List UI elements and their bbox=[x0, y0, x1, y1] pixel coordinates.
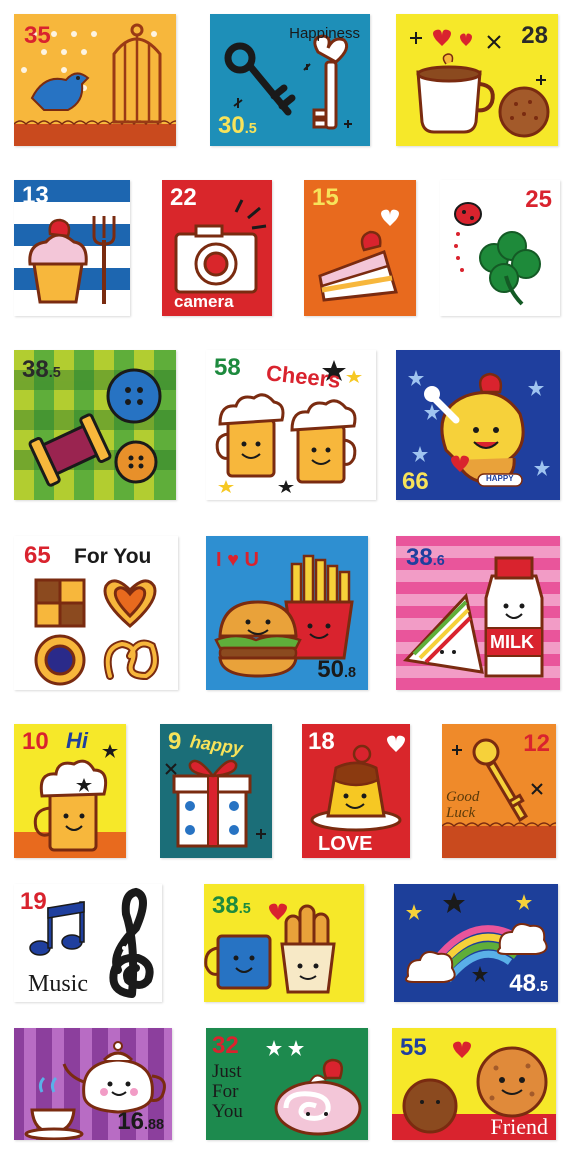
stamp-value: 28 bbox=[521, 22, 548, 49]
stamp-cheers: 58 Cheers bbox=[206, 350, 376, 500]
stamp-value: 30.5 bbox=[218, 114, 257, 138]
stamp-value-decimal: .5 bbox=[535, 979, 548, 995]
stamp-value: 25 bbox=[525, 186, 552, 213]
stamp-value: 10 bbox=[22, 728, 49, 755]
stamp-text: HAPPY bbox=[486, 474, 514, 483]
stamp-value-main: 38 bbox=[22, 356, 49, 383]
stamp-value: 22 bbox=[170, 184, 197, 211]
stamp-mug-bread: 38.5 bbox=[204, 884, 364, 1002]
stamp-value: 66 bbox=[402, 468, 429, 495]
stamp-for-you-cookies: 65 For You bbox=[14, 536, 178, 690]
stamp-spool-buttons: 38.5 bbox=[14, 350, 176, 500]
stamp-burger-fries: I ♥ U 50.8 bbox=[206, 536, 368, 690]
stamp-text: Music bbox=[28, 971, 88, 997]
stamp-good-luck-key: 12 Good Luck bbox=[442, 724, 556, 858]
stamp-value: 13 bbox=[22, 182, 49, 209]
stamp-friend-cookies: 55 Friend bbox=[392, 1028, 556, 1140]
stamp-value: 32 bbox=[212, 1032, 239, 1059]
stamp-bird-cage: 35 bbox=[14, 14, 176, 146]
stamp-value: 58 bbox=[214, 354, 241, 381]
stamp-rainbow: 48.5 bbox=[394, 884, 558, 1002]
stamp-value-main: 16 bbox=[117, 1108, 144, 1135]
stamp-happy-gift: 9 happy bbox=[160, 724, 272, 858]
stamp-value: 19 bbox=[20, 888, 47, 915]
stamp-value: 55 bbox=[400, 1034, 427, 1061]
stamp-text: Good Luck bbox=[446, 789, 480, 821]
stamp-value: 15 bbox=[312, 184, 339, 211]
stamp-value: 16.88 bbox=[117, 1110, 164, 1134]
stamp-value: 35 bbox=[24, 22, 51, 49]
stamp-just-for-you: 32 Just For You bbox=[206, 1028, 368, 1140]
stamp-value-decimal: .8 bbox=[343, 665, 356, 681]
stamp-text: LOVE bbox=[318, 833, 373, 855]
stamp-value-main: 38 bbox=[406, 544, 433, 571]
stamp-value-main: 48 bbox=[509, 970, 536, 997]
stamp-value: 9 bbox=[168, 728, 182, 755]
stamp-text: I ♥ U bbox=[216, 549, 259, 571]
stamp-pudding: 18 LOVE bbox=[302, 724, 410, 858]
stamp-value: 38.6 bbox=[406, 546, 445, 570]
stamp-camera: 22 camera bbox=[162, 180, 272, 316]
stamp-text: Hi bbox=[66, 728, 88, 753]
stamp-coffee-cookie: 28 bbox=[396, 14, 558, 146]
stamp-clover: 25 bbox=[440, 180, 560, 316]
stamp-value-decimal: .5 bbox=[244, 121, 257, 137]
stamp-cupcake: 13 bbox=[14, 180, 130, 316]
stamp-hi-beer: 10 Hi bbox=[14, 724, 126, 858]
stamp-value: 48.5 bbox=[509, 972, 548, 996]
stamp-value-main: 50 bbox=[317, 656, 344, 683]
stamp-text: Friend bbox=[490, 1114, 548, 1139]
stamp-value: 50.8 bbox=[317, 658, 356, 682]
stamp-value: 38.5 bbox=[212, 894, 251, 918]
stamp-teapot: 16.88 bbox=[14, 1028, 172, 1140]
stamp-ice-cream: 66 HAPPY bbox=[396, 350, 560, 500]
stamp-keys: Happiness 30.5 bbox=[210, 14, 370, 146]
stamp-sandwich-milk: 38.6 MILK bbox=[396, 536, 560, 690]
stamp-value-decimal: .88 bbox=[143, 1117, 164, 1133]
stamp-text: For You bbox=[74, 545, 152, 568]
stamp-value: 12 bbox=[523, 730, 550, 757]
stamp-text: camera bbox=[174, 292, 234, 311]
stamp-text: Just For You bbox=[212, 1061, 243, 1122]
stamp-value-decimal: .5 bbox=[238, 901, 251, 917]
stamp-music: 19 Music bbox=[14, 884, 162, 1002]
stamp-value: 65 bbox=[24, 542, 51, 569]
stamp-value: 18 bbox=[308, 728, 335, 755]
stamp-value-main: 38 bbox=[212, 892, 239, 919]
stamp-value-decimal: .5 bbox=[48, 365, 61, 381]
stamp-value-decimal: .6 bbox=[432, 553, 445, 569]
stamp-value-main: 30 bbox=[218, 112, 245, 139]
stamp-text: MILK bbox=[490, 632, 534, 652]
stamp-cake: 15 bbox=[304, 180, 416, 316]
stamp-value: 38.5 bbox=[22, 358, 61, 382]
stamp-text: Happiness bbox=[289, 25, 360, 42]
